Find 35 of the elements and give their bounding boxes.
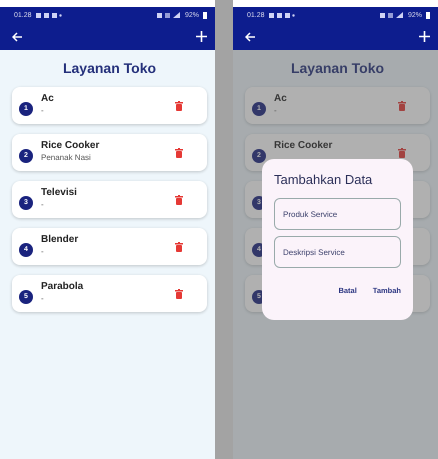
input-field[interactable]: Produk Service [274, 198, 401, 230]
trash-icon[interactable] [398, 148, 406, 158]
service-description: - [41, 247, 45, 256]
service-name: Ac [41, 93, 55, 104]
input-field[interactable]: Deskripsi Service [274, 236, 401, 268]
trash-icon[interactable] [175, 101, 183, 111]
trash-icon[interactable] [175, 148, 183, 158]
service-description: - [41, 106, 45, 115]
trash-icon[interactable] [175, 289, 183, 299]
signal-icons [156, 12, 181, 18]
signal-icons [380, 12, 404, 18]
trash-icon[interactable] [175, 195, 183, 205]
notification-icons [36, 12, 62, 18]
service-description: Penanak Nasi [41, 153, 92, 162]
service-name: Rice Cooker [274, 140, 334, 151]
page-title: Layanan Toko [290, 60, 386, 76]
page-title: Layanan Toko [62, 60, 158, 76]
back-arrow-icon[interactable] [12, 32, 23, 42]
battery-icon [426, 12, 430, 18]
service-name: Blender [41, 234, 80, 245]
service-description: - [41, 294, 45, 303]
service-name: Televisi [41, 187, 78, 198]
add-icon[interactable] [196, 31, 207, 42]
notification-icons [268, 12, 295, 18]
battery-icon [203, 12, 207, 18]
trash-icon[interactable] [175, 242, 183, 252]
service-name: Ac [274, 93, 288, 104]
trash-icon[interactable] [398, 101, 406, 111]
service-description: - [274, 106, 278, 115]
service-description: - [41, 200, 45, 209]
service-name: Rice Cooker [41, 140, 100, 151]
dialog-title: Tambahkan Data [274, 172, 374, 187]
add-icon[interactable] [419, 31, 430, 42]
back-arrow-icon[interactable] [245, 32, 256, 42]
service-name: Parabola [41, 281, 84, 292]
